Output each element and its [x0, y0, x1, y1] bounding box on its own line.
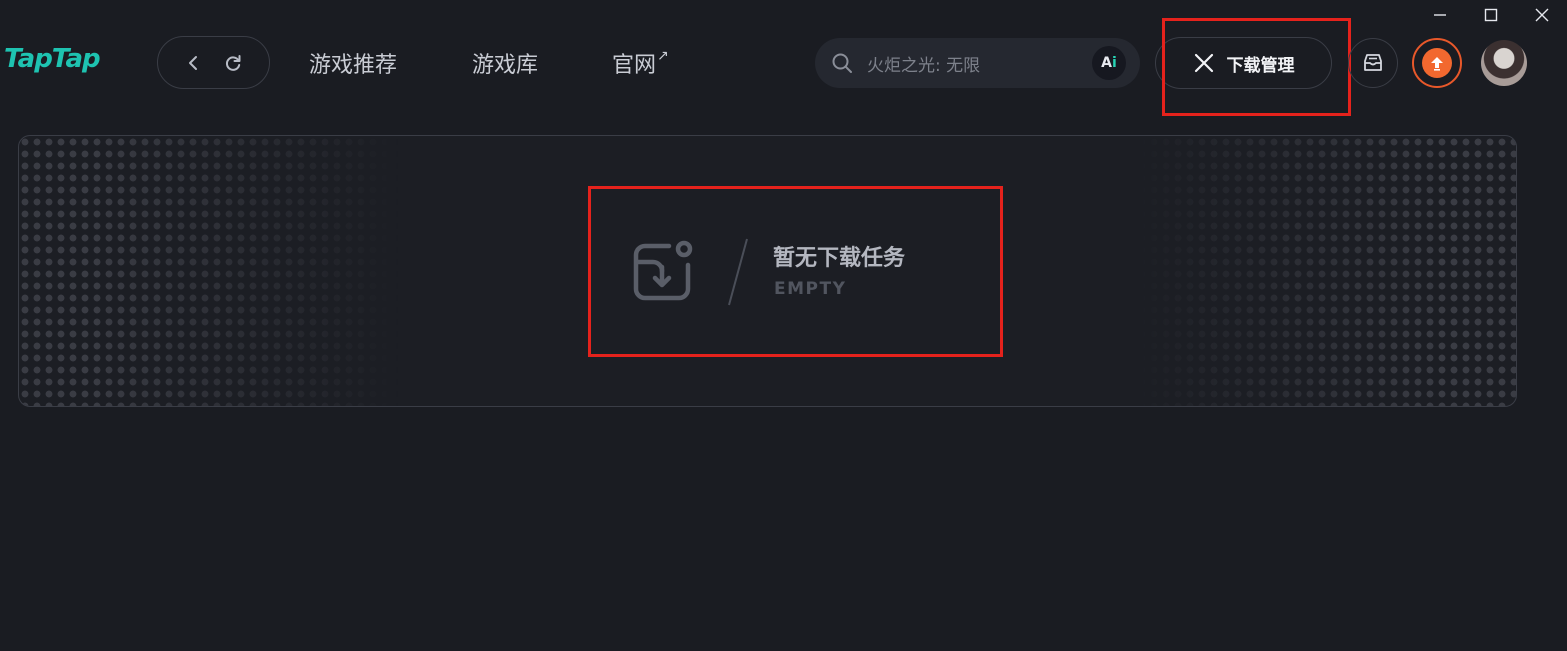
minimize-button[interactable] [1414, 0, 1465, 30]
back-button[interactable] [179, 48, 209, 78]
window-controls [1414, 0, 1567, 30]
ai-label-a: A [1101, 55, 1113, 71]
navigation-pill [157, 36, 270, 89]
update-button[interactable] [1412, 38, 1462, 88]
ai-search-button[interactable]: Ai [1092, 46, 1126, 80]
minimize-icon [1433, 14, 1446, 16]
highlight-box-download-button [1162, 18, 1351, 116]
maximize-icon [1484, 8, 1497, 22]
refresh-icon [226, 54, 241, 71]
tab-game-recommend[interactable]: 游戏推荐 [309, 47, 397, 79]
close-window-button[interactable] [1516, 0, 1567, 30]
update-badge [1422, 48, 1452, 78]
inbox-icon [1364, 54, 1382, 71]
maximize-button[interactable] [1465, 0, 1516, 30]
tab-official-site-label: 官网 [612, 53, 657, 78]
search-placeholder[interactable]: 火炬之光: 无限 [867, 51, 1092, 76]
highlight-box-empty-state [588, 186, 1003, 357]
avatar[interactable] [1481, 40, 1527, 86]
update-arrow-icon [1431, 57, 1443, 71]
search-bar[interactable]: 火炬之光: 无限 Ai [815, 38, 1140, 88]
tab-official-site[interactable]: 官网↗ [612, 47, 669, 79]
external-link-icon: ↗ [657, 47, 669, 64]
message-button[interactable] [1348, 38, 1398, 88]
dot-pattern-right [1136, 136, 1516, 406]
refresh-button[interactable] [218, 48, 248, 78]
ai-label-i: i [1112, 55, 1117, 71]
taptap-logo[interactable]: TapTap [4, 44, 101, 74]
dot-pattern-left [19, 136, 399, 406]
search-icon [832, 53, 852, 73]
chevron-left-icon [188, 55, 197, 70]
tab-game-library[interactable]: 游戏库 [472, 47, 538, 79]
close-icon [1535, 8, 1548, 22]
